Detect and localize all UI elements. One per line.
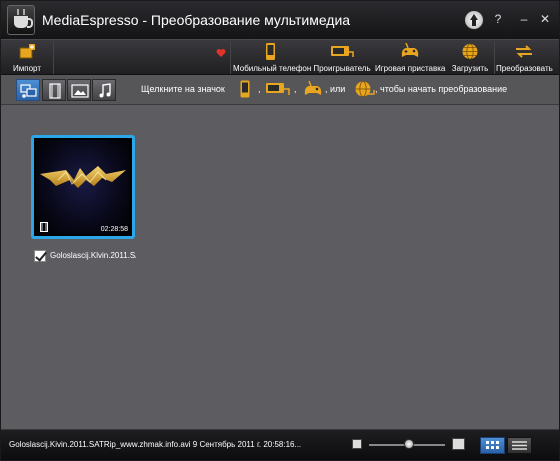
minimize-button[interactable]: – bbox=[517, 12, 531, 26]
filter-music-button[interactable] bbox=[92, 79, 116, 101]
filter-video-button[interactable] bbox=[42, 79, 66, 101]
mobile-phone-icon bbox=[266, 43, 275, 60]
music-note-icon bbox=[99, 83, 111, 98]
filter-bar: Щелкните на значок , , , или , чтобы нач… bbox=[1, 75, 559, 105]
game-console-icon bbox=[401, 43, 419, 57]
toolbar-item-label: Загрузить bbox=[451, 64, 489, 73]
upgrade-button[interactable] bbox=[464, 10, 484, 30]
toolbar-item-player[interactable]: Проигрыватель bbox=[311, 40, 373, 76]
zoom-out-icon[interactable] bbox=[352, 439, 362, 449]
globe-icon bbox=[462, 43, 478, 60]
help-button[interactable]: ? bbox=[491, 12, 505, 26]
game-console-icon bbox=[304, 80, 322, 95]
filter-all-media-button[interactable] bbox=[16, 79, 40, 101]
title-bar[interactable]: MediaEspresso - Преобразование мультимед… bbox=[1, 1, 559, 39]
player-icon bbox=[266, 83, 290, 95]
status-bar: Goloslascij.Kivin.2011.SATRip_www.zhmak.… bbox=[1, 429, 559, 460]
player-icon bbox=[331, 46, 354, 57]
app-icon bbox=[7, 5, 35, 35]
hint-text-or: , или bbox=[325, 84, 346, 94]
heart-icon[interactable] bbox=[216, 48, 226, 58]
import-icon bbox=[19, 44, 35, 59]
video-film-icon bbox=[40, 222, 48, 232]
photo-icon bbox=[71, 84, 89, 98]
close-button[interactable]: ✕ bbox=[538, 12, 552, 26]
thumbnail-view-button[interactable] bbox=[480, 437, 505, 454]
list-view-icon bbox=[512, 441, 527, 450]
convert-button[interactable]: Преобразовать bbox=[496, 40, 553, 76]
window-title: MediaEspresso - Преобразование мультимед… bbox=[42, 12, 351, 28]
zoom-in-icon[interactable] bbox=[452, 438, 465, 450]
all-media-icon bbox=[20, 84, 37, 98]
import-label: Импорт bbox=[13, 64, 41, 73]
app-window: MediaEspresso - Преобразование мультимед… bbox=[0, 0, 560, 461]
toolbar-item-mobile-phone[interactable]: Мобильный телефон bbox=[233, 40, 312, 76]
status-file-info: Goloslascij.Kivin.2011.SATRip_www.zhmak.… bbox=[9, 440, 302, 449]
globe-icon bbox=[355, 81, 375, 97]
toolbar-item-label: Преобразовать bbox=[496, 64, 553, 73]
main-toolbar: Импорт Мобильный телефон Проигрыватель И… bbox=[1, 39, 559, 75]
toolbar-item-label: Проигрыватель bbox=[313, 64, 371, 73]
zoom-slider-handle[interactable] bbox=[403, 439, 414, 449]
video-preview: 02:28:58 bbox=[36, 140, 130, 234]
video-frame-logo bbox=[40, 166, 126, 188]
media-thumbnail[interactable]: 02:28:58 bbox=[31, 135, 135, 239]
hint-text-end: , чтобы начать преобразование bbox=[375, 84, 508, 94]
grid-view-icon bbox=[486, 441, 499, 449]
mobile-phone-icon bbox=[240, 80, 250, 98]
toolbar-item-game-console[interactable]: Игровая приставка bbox=[375, 40, 445, 76]
video-duration: 02:28:58 bbox=[100, 226, 128, 233]
list-view-button[interactable] bbox=[507, 437, 532, 454]
media-select-checkbox[interactable] bbox=[34, 250, 46, 262]
filter-photo-button[interactable] bbox=[67, 79, 91, 101]
toolbar-item-upload[interactable]: Загрузить bbox=[449, 40, 491, 76]
import-button[interactable]: Импорт bbox=[7, 40, 47, 76]
toolbar-item-label: Мобильный телефон bbox=[233, 64, 312, 73]
toolbar-item-label: Игровая приставка bbox=[375, 64, 446, 73]
media-library: 02:28:58 Goloslascij.Klvin.2011.SAT bbox=[1, 105, 559, 429]
hint-text-start: Щелкните на значок bbox=[141, 84, 225, 94]
media-filename: Goloslascij.Klvin.2011.SAT bbox=[50, 251, 136, 260]
convert-arrows-icon bbox=[516, 45, 532, 58]
video-film-icon bbox=[49, 83, 61, 99]
